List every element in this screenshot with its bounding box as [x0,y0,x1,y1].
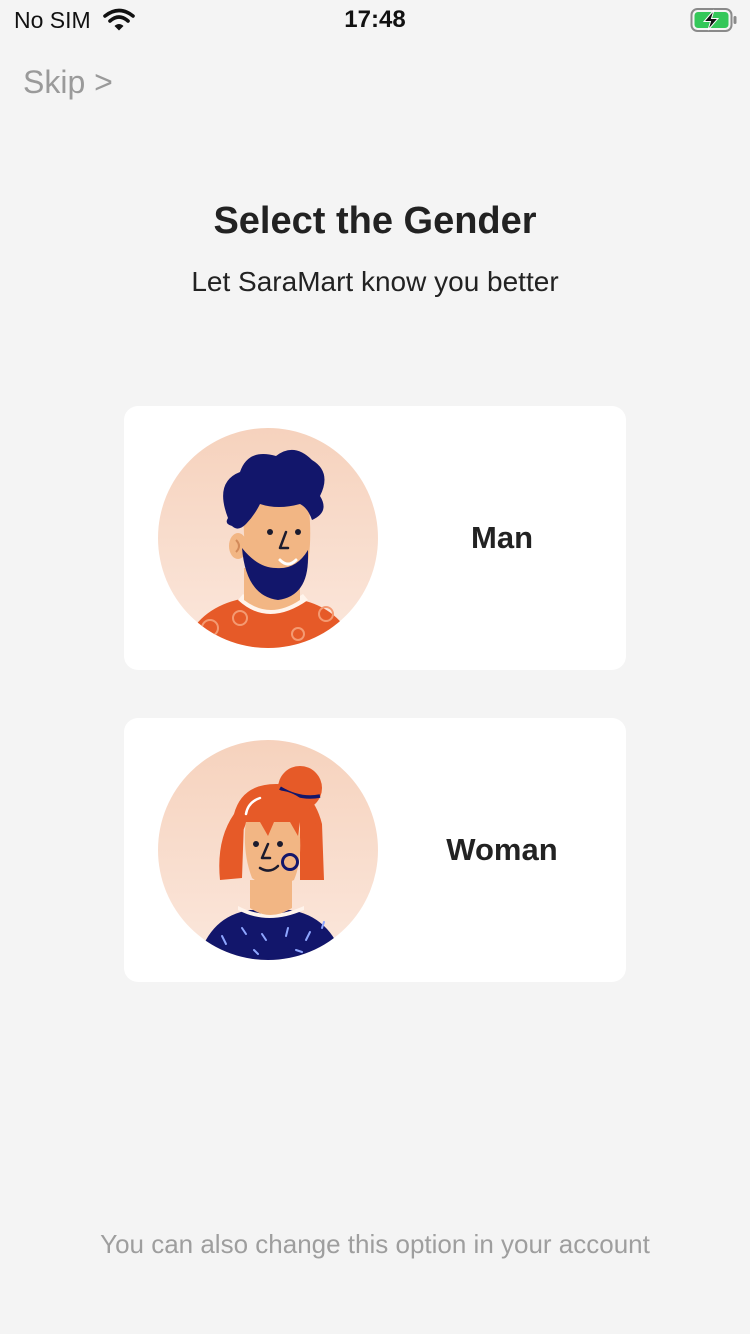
option-woman-label: Woman [446,832,558,867]
status-time: 17:48 [344,6,406,33]
man-avatar-icon [158,428,378,648]
option-woman-card[interactable]: Woman [124,718,626,982]
skip-button[interactable]: Skip > [23,64,113,101]
status-bar: No SIM 17:48 [0,0,750,40]
option-man-label: Man [471,520,533,555]
option-man-card[interactable]: Man [124,406,626,670]
footer-note: You can also change this option in your … [100,1229,650,1259]
page-subtitle: Let SaraMart know you better [191,266,559,297]
woman-avatar-icon [158,740,378,960]
battery-charging-icon [690,7,738,38]
page-title: Select the Gender [213,200,537,242]
